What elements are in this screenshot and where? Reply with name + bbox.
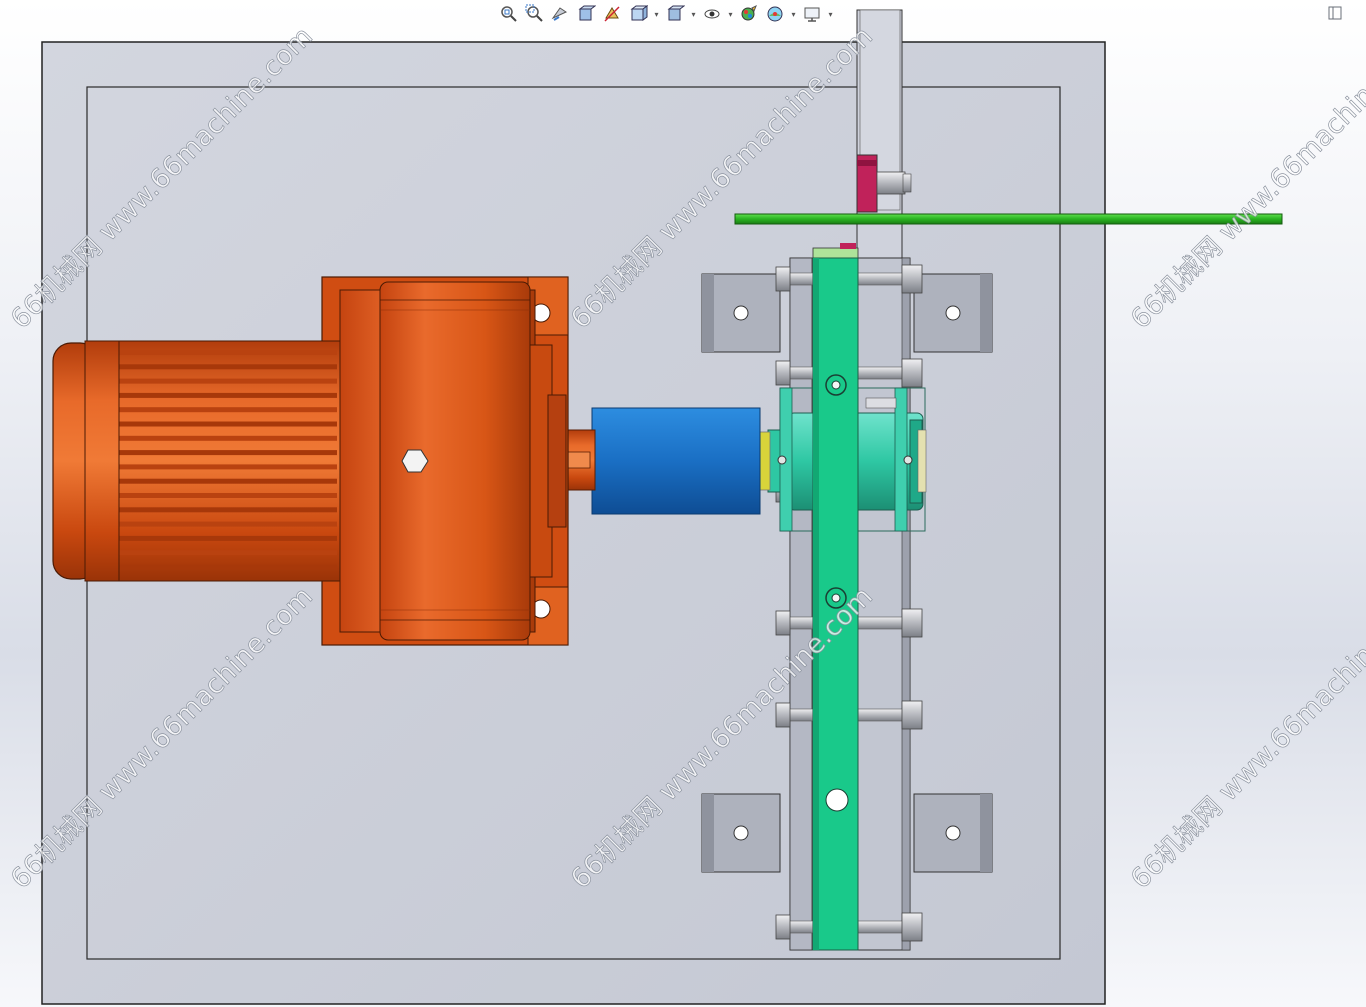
chevron-down-icon[interactable]: ▾ [689,3,698,25]
cooling-fin [115,450,337,456]
cooling-fin [115,507,337,513]
zoom-to-fit-button[interactable] [496,3,520,25]
chevron-down-icon[interactable]: ▾ [826,3,835,25]
cooling-fin [115,564,337,570]
edit-appearance-icon [741,4,757,21]
cooling-fin [115,421,337,427]
cooling-fin [115,350,337,355]
cooling-fin [115,392,337,398]
view-toolbar: ▾ ▾ ▾ ▾ ▾ [496,2,835,26]
view-orientation-button[interactable] [626,3,650,25]
apply-scene-button[interactable] [763,3,787,25]
chevron-down-icon[interactable]: ▾ [726,3,735,25]
section-view-icon [578,5,596,21]
cooling-fin [115,478,337,484]
bracket-bottom-left [701,793,781,873]
view-orientation-icon [630,5,648,21]
dynamic-annotation-views-icon [604,6,620,22]
cooling-fin [115,378,337,384]
apply-scene-icon [767,6,783,22]
watermark-text: 66机械网 www.66machine.com [1125,21,1366,335]
section-view-button[interactable] [574,3,598,25]
hide-show-items-icon [704,9,720,19]
cooling-fin [115,407,337,413]
cooling-fin [115,435,337,441]
cooling-fin [115,364,337,370]
view-settings-icon [804,7,820,22]
previous-view-icon [551,7,568,21]
view-settings-button[interactable] [800,3,824,25]
zoom-to-area-button[interactable] [522,3,546,25]
bracket-top-right [913,273,993,353]
hide-show-items-button[interactable] [700,3,724,25]
bracket-top-left [701,273,781,353]
restore-panel-icon[interactable] [1327,5,1343,21]
coupling[interactable] [591,407,761,515]
dynamic-annotation-views-button[interactable] [600,3,624,25]
zoom-to-area-icon [525,4,543,22]
previous-view-button[interactable] [548,3,572,25]
cooling-fin [115,493,337,498]
graphics-viewport[interactable]: 66机械网 www.66machine.com 66机械网 www.66machi… [0,0,1366,1007]
cad-model-view[interactable]: 66机械网 www.66machine.com 66机械网 www.66machi… [0,0,1366,1007]
cooling-fin [115,535,337,541]
bracket-bottom-right [913,793,993,873]
chevron-down-icon[interactable]: ▾ [652,3,661,25]
guide-rod[interactable] [734,213,1283,225]
cooling-fin [115,521,337,527]
display-style-button[interactable] [663,3,687,25]
cooling-fin [115,550,337,556]
display-style-icon [667,5,685,21]
cooling-fin [115,464,337,470]
watermark-text: 66机械网 www.66machine.com [1125,581,1366,895]
zoom-to-fit-icon [501,6,517,22]
chevron-down-icon[interactable]: ▾ [789,3,798,25]
edit-appearance-button[interactable] [737,3,761,25]
